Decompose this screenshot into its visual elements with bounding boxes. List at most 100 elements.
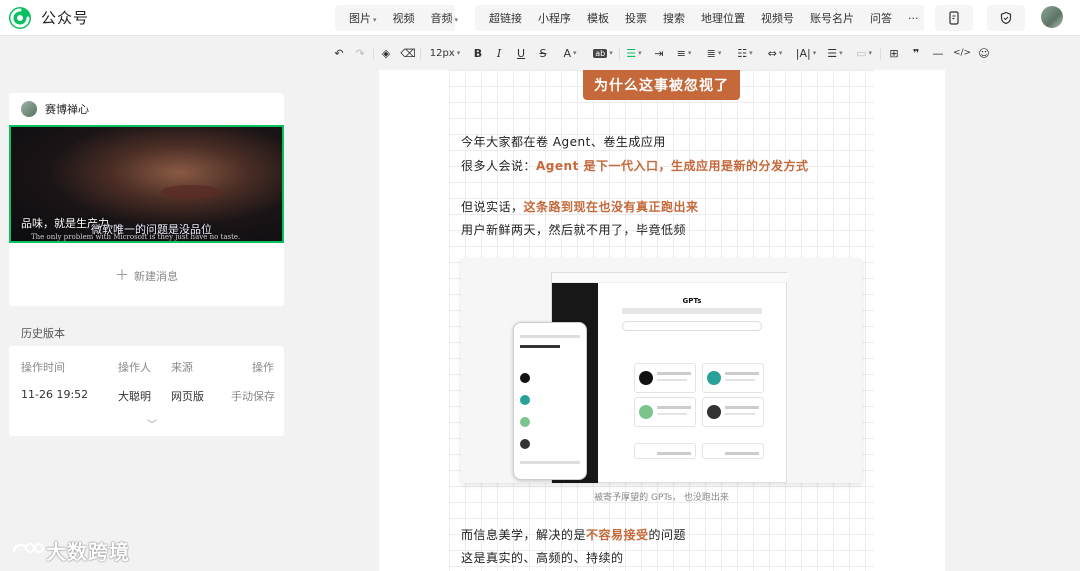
security-button[interactable] [987,5,1025,31]
app-name: 公众号 [41,9,90,27]
line-height-icon[interactable]: ≣ ▾ [705,46,723,60]
history-header-operator: 操作人 [118,361,151,374]
history-title: 历史版本 [21,327,65,340]
author-name: 赛博禅心 [45,103,89,116]
toolbar-divider [373,48,374,60]
gpt-card-title [657,372,691,375]
border-icon[interactable]: ▭ ▾ [855,46,873,60]
list-icon[interactable]: ☰ ▾ [826,46,844,60]
text-width-icon[interactable]: |A| ▾ [796,46,816,60]
align-center-icon[interactable]: ☰ ▾ [625,46,643,60]
insert-account-card-button[interactable]: 账号名片 [802,10,862,26]
toolbar-divider [880,48,881,60]
new-message-button[interactable]: ＋ 新建消息 [9,265,284,285]
insert-link-button[interactable]: 超链接 [481,10,530,26]
dropdown-caret-icon: ▾ [749,49,753,57]
app-logo[interactable]: 公众号 [8,6,89,30]
strikethrough-icon[interactable]: S [538,46,548,60]
paragraph-line-5: 而信息美学，解决的是不容易接受的问题 [461,526,686,543]
history-header-action: 操作 [252,361,274,374]
gpt-card-desc [657,413,687,415]
insert-audio-button[interactable]: 音频 ▾ [423,10,467,26]
dropdown-caret-icon: ▾ [812,49,817,57]
insert-qa-button[interactable]: 问答 [862,10,900,26]
insert-search-button[interactable]: 搜索 [655,10,693,26]
preview-button[interactable] [935,5,973,31]
letter-spacing-icon[interactable]: ⇔ ▾ [766,46,784,60]
history-header-source: 来源 [171,361,193,374]
paragraph-line-4: 用户新鲜两天，然后就不用了，毕竟低频 [461,221,686,238]
gpt-card-desc [725,379,755,381]
undo-icon[interactable]: ↶ [333,46,345,60]
insert-template-button[interactable]: 模板 [579,10,617,26]
quote-icon[interactable]: ❞ [910,46,922,60]
gpts-phone-mockup [513,322,587,480]
line-5-tail: 的问题 [648,528,687,542]
indent-icon[interactable]: ⇥ [653,46,665,60]
text-color-icon[interactable]: A ▾ [560,46,580,60]
line-3-highlight: 这条路到现在也没有真正跑出来 [523,200,699,214]
clear-format-icon[interactable]: ⌫ [400,46,416,60]
new-message-label: 新建消息 [134,270,178,283]
dropdown-caret-icon: ▾ [456,49,461,57]
cover-subtitle-3: The only problem with Microsoft is they … [31,233,241,241]
author-avatar [21,101,37,117]
gpt-card-desc [725,413,755,415]
gpt-icon [639,371,653,385]
underline-icon[interactable]: U [516,46,526,60]
phone-gpt-icon [520,439,530,449]
insert-vote-button[interactable]: 投票 [617,10,655,26]
dropdown-caret-icon: ▾ [454,16,459,24]
user-avatar[interactable] [1041,6,1063,28]
paragraph-line-3: 但说实话，这条路到现在也没有真正跑出来 [461,198,699,215]
history-header-time: 操作时间 [21,361,65,374]
phone-gpt-icon [520,373,530,383]
gpt-card-title [725,372,759,375]
table-icon[interactable]: ⊞ [888,46,900,60]
font-size-select[interactable]: 12px ▾ [428,46,462,60]
format-paint-icon[interactable]: ◈ [380,46,392,60]
top-bar: 公众号 图片 ▾ 视频 音频 ▾ 超链接 小程序 模板 投票 搜索 地理位置 视频号… [0,0,1080,36]
line-1-text: 今年大家都在卷 Agent、卷生成应用 [461,135,666,149]
format-toolbar: ↶ ↷ ◈ ⌫ 12px ▾ B I U S A ▾ ab ▾ ☰ ▾ ⇥ ≡ ▾ ≣ ▾ … [0,36,1080,70]
emoji-icon[interactable]: ☺ [977,46,991,60]
watermark-text: 大数跨境 [46,540,130,564]
background-color-icon[interactable]: ab ▾ [589,46,617,60]
insert-location-button[interactable]: 地理位置 [693,10,753,26]
insert-image-button[interactable]: 图片 ▾ [341,10,385,26]
paragraph-spacing-icon[interactable]: ☷ ▾ [736,46,754,60]
divider-line-icon[interactable]: — [932,46,944,60]
insert-channels-button[interactable]: 视频号 [753,10,802,26]
font-size-value: 12px [429,47,455,59]
article-card[interactable]: 赛博禅心 品味，就是生产力 微软唯一的问题是没品位 The only probl… [9,93,284,306]
dropdown-caret-icon: ▾ [778,49,783,57]
dropdown-caret-icon: ▾ [609,49,613,57]
phone-row [520,461,580,464]
chevron-down-icon[interactable]: ﹀ [147,416,157,431]
code-icon[interactable]: </> [953,46,971,60]
bold-icon[interactable]: B [473,46,483,60]
justify-icon[interactable]: ≡ ▾ [675,46,693,60]
paragraph-line-1: 今年大家都在卷 Agent、卷生成应用 [461,133,666,150]
redo-icon[interactable]: ↷ [354,46,366,60]
article-image[interactable]: GPTs [461,258,862,483]
italic-icon[interactable]: I [494,46,504,60]
media-insert-group: 图片 ▾ 视频 音频 ▾ [335,5,458,31]
phone-preview-icon [949,11,959,25]
cover-image-detail [161,185,221,199]
phone-row [520,345,560,348]
history-row-action: 手动保存 [231,390,275,403]
paragraph-line-6: 这是真实的、高频的、持续的 [461,549,624,566]
paragraph-line-2: 很多人会说：Agent 是下一代入口，生成应用是新的分发方式 [461,157,809,174]
article-cover-thumbnail[interactable]: 品味，就是生产力 微软唯一的问题是没品位 The only problem wi… [9,125,284,243]
author-row: 赛博禅心 [9,93,284,125]
insert-miniprogram-button[interactable]: 小程序 [530,10,579,26]
gpt-card [634,397,696,427]
phone-gpt-icon [520,395,530,405]
trending-title [725,452,759,455]
history-row-source: 网页版 [171,390,204,403]
more-insert-button[interactable]: ··· [900,12,927,25]
window-titlebar [552,273,788,283]
highlight-swatch-icon: ab [593,48,608,58]
insert-video-button[interactable]: 视频 [385,10,423,26]
